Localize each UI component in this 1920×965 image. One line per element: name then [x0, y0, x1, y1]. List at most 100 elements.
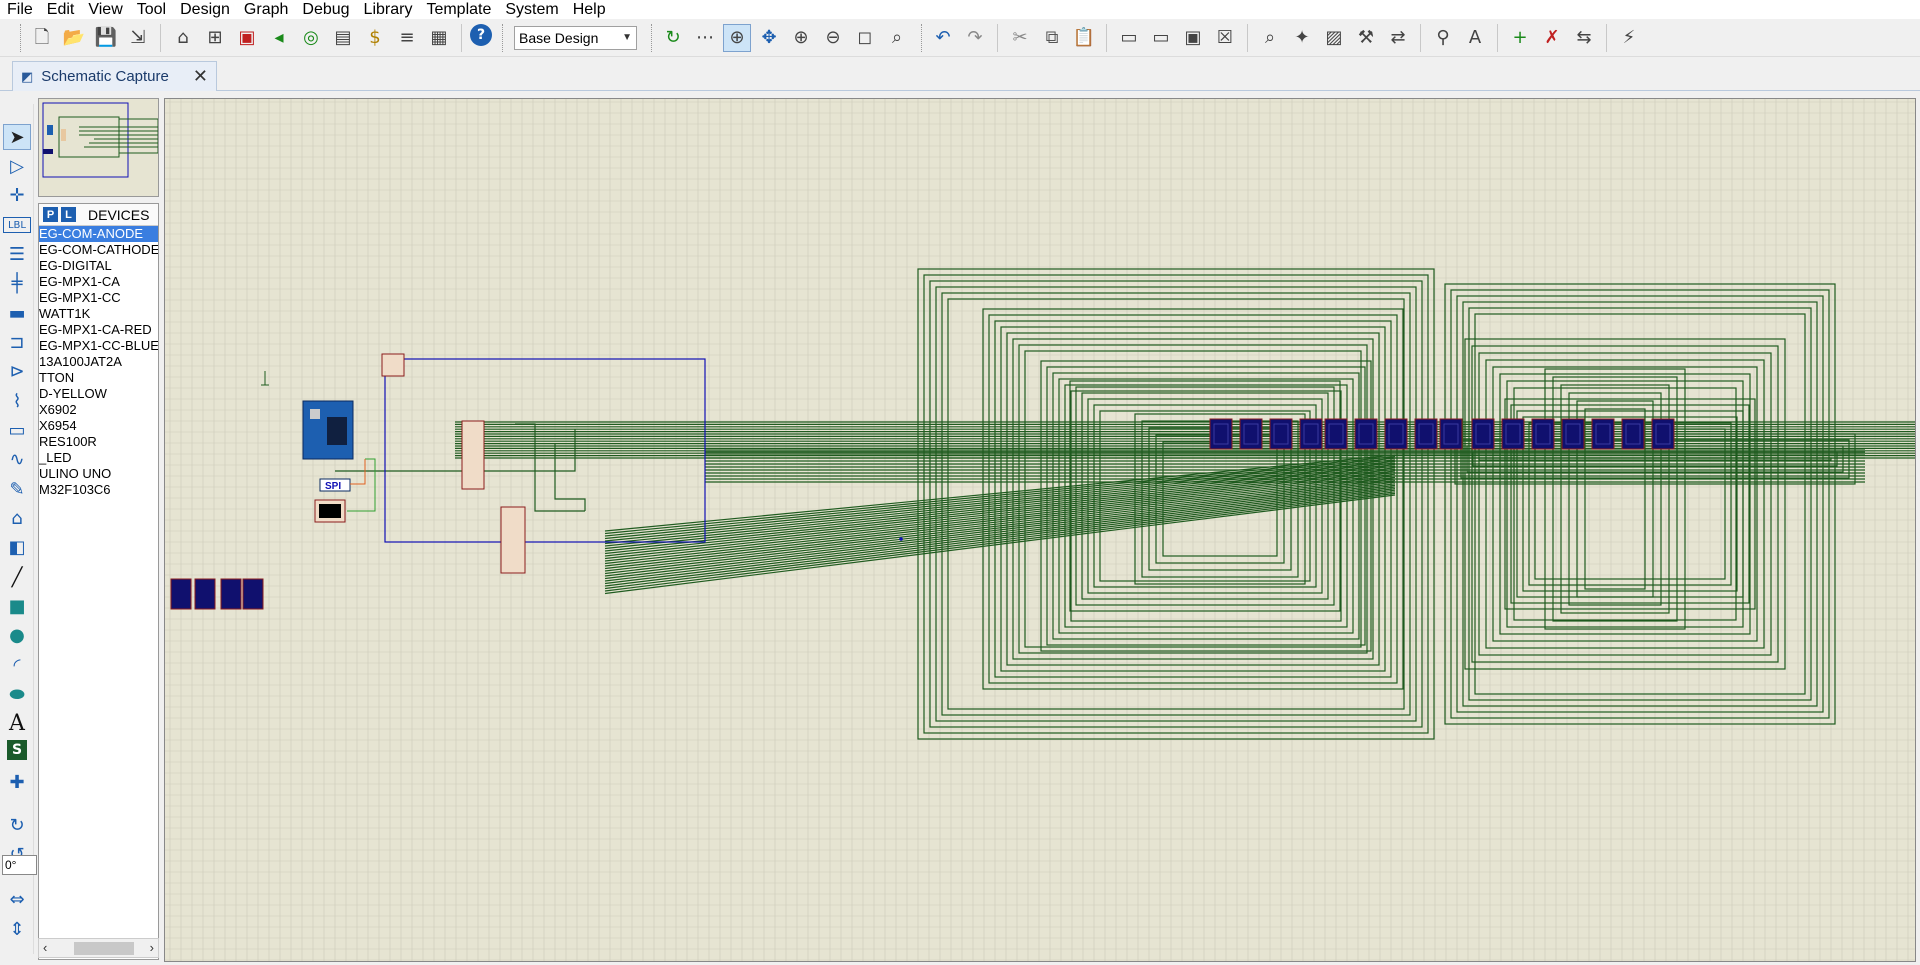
device-list-item[interactable]: 13A100JAT2A [39, 354, 158, 370]
device-list-item[interactable]: EG-MPX1-CC [39, 290, 158, 306]
zoom-in-icon[interactable]: ⊕ [787, 24, 815, 52]
menu-library[interactable]: Library [357, 1, 420, 18]
generator-icon[interactable]: ∿ [3, 446, 31, 472]
redo-icon[interactable]: ↷ [961, 24, 989, 52]
device-list-item[interactable]: WATT1K [39, 306, 158, 322]
help-icon[interactable]: ? [470, 23, 492, 46]
block-rotate-icon[interactable]: ▣ [1179, 24, 1207, 52]
circle-icon[interactable]: ● [3, 622, 31, 648]
3d-viewer-icon[interactable]: ◎ [297, 24, 325, 52]
import-icon[interactable]: ⇲ [124, 24, 152, 52]
path-icon[interactable]: ⬬ [3, 681, 31, 707]
current-probe-icon[interactable]: ⌂ [3, 505, 31, 531]
mirror-x-icon[interactable]: ⇔ [3, 886, 31, 912]
rotation-angle-input[interactable] [2, 855, 37, 875]
schematic-canvas[interactable]: SPI [164, 98, 1916, 962]
device-list-item[interactable]: EG-MPX1-CA [39, 274, 158, 290]
menu-edit[interactable]: Edit [40, 1, 82, 18]
gerber-icon[interactable]: ◂ [265, 24, 293, 52]
seven-segment-display[interactable] [242, 578, 264, 610]
component-mode-icon[interactable]: ▷ [3, 153, 31, 179]
junction-icon[interactable]: ✛ [3, 182, 31, 208]
toolbar-grip[interactable] [651, 23, 654, 52]
device-list-item[interactable]: EG-MPX1-CC-BLUE [39, 338, 158, 354]
design-variant-select[interactable]: Base Design ▼ [514, 25, 637, 50]
block-move-icon[interactable]: ▭ [1147, 24, 1175, 52]
pan-icon[interactable]: ✥ [755, 24, 783, 52]
header-connector[interactable] [381, 353, 405, 377]
device-list-item[interactable]: ULINO UNO [39, 466, 158, 482]
device-list-item[interactable]: X6902 [39, 402, 158, 418]
mirror-y-icon[interactable]: ⇕ [3, 916, 31, 942]
marker-icon[interactable]: ✚ [3, 769, 31, 795]
zoom-area-icon[interactable]: ⌕ [883, 24, 911, 52]
devices-horizontal-scrollbar[interactable]: ‹ › [38, 938, 159, 958]
menu-view[interactable]: View [81, 1, 129, 18]
voltage-probe-icon[interactable]: ✎ [3, 476, 31, 502]
seven-segment-display[interactable] [170, 578, 192, 610]
line-icon[interactable]: ╱ [3, 564, 31, 590]
device-list-item[interactable]: EG-COM-ANODE [39, 226, 158, 242]
shift-register-ic[interactable] [461, 420, 485, 490]
device-list-item[interactable]: X6954 [39, 418, 158, 434]
grid-icon[interactable]: ⋯ [691, 24, 719, 52]
undo-icon[interactable]: ↶ [929, 24, 957, 52]
selection-mode-icon[interactable]: ➤ [3, 124, 31, 150]
graph-icon[interactable]: ⌇ [3, 388, 31, 414]
menu-template[interactable]: Template [419, 1, 498, 18]
text-icon[interactable]: A [3, 710, 31, 736]
library-manager-button[interactable]: L [61, 207, 76, 222]
device-list-item[interactable]: M32F103C6 [39, 482, 158, 498]
remove-sheet-icon[interactable]: ✗ [1538, 24, 1566, 52]
device-list-item[interactable]: _LED [39, 450, 158, 466]
zoom-all-icon[interactable]: ◻ [851, 24, 879, 52]
new-sheet-icon[interactable]: + [1506, 24, 1534, 52]
wire-label-icon[interactable]: LBL [3, 217, 31, 233]
close-icon[interactable]: ✕ [193, 66, 208, 87]
tape-recorder-icon[interactable]: ▭ [3, 417, 31, 443]
zoom-out-icon[interactable]: ⊖ [819, 24, 847, 52]
decompose-icon[interactable]: ⚒ [1352, 24, 1380, 52]
toolbar-grip[interactable] [502, 23, 505, 52]
rotate-cw-icon[interactable]: ↻ [3, 812, 31, 838]
virtual-instruments-icon[interactable]: ◧ [3, 534, 31, 560]
symbol-icon[interactable]: S [7, 740, 27, 760]
menu-debug[interactable]: Debug [295, 1, 356, 18]
property-assign-icon[interactable]: A [1461, 24, 1489, 52]
text-script-icon[interactable]: ☰ [3, 241, 31, 267]
cut-icon[interactable]: ✂ [1006, 24, 1034, 52]
driver-ic[interactable] [500, 506, 526, 574]
tab-schematic-capture[interactable]: ◩ Schematic Capture ✕ [12, 61, 217, 91]
toolbar-grip[interactable] [20, 23, 23, 52]
sheet-nav-icon[interactable]: ⇆ [1570, 24, 1598, 52]
toolbar-grip[interactable] [921, 23, 924, 52]
package-tool-icon[interactable]: ▨ [1320, 24, 1348, 52]
wire-autorouter-icon[interactable]: ⇄ [1384, 24, 1412, 52]
device-list-item[interactable]: TTON [39, 370, 158, 386]
menu-help[interactable]: Help [566, 1, 613, 18]
paste-icon[interactable]: 📋 [1070, 24, 1098, 52]
bus-icon[interactable]: ╪ [3, 270, 31, 296]
scroll-left-icon[interactable]: ‹ [43, 940, 47, 955]
device-list-item[interactable]: D-YELLOW [39, 386, 158, 402]
scroll-right-icon[interactable]: › [150, 940, 154, 955]
origin-icon[interactable]: ⊕ [723, 23, 751, 52]
home-icon[interactable]: ⌂ [169, 24, 197, 52]
menu-system[interactable]: System [498, 1, 565, 18]
seven-segment-display[interactable] [220, 578, 242, 610]
arc-icon[interactable]: ◜ [3, 652, 31, 678]
device-list-item[interactable]: EG-DIGITAL [39, 258, 158, 274]
open-folder-icon[interactable]: 📂 [60, 24, 88, 52]
block-delete-icon[interactable]: ☒ [1211, 24, 1239, 52]
seven-segment-display[interactable] [194, 578, 216, 610]
terminal-icon[interactable]: ⊐ [3, 329, 31, 355]
menu-graph[interactable]: Graph [237, 1, 295, 18]
box-icon[interactable]: ■ [3, 593, 31, 619]
schematic-drawing[interactable]: SPI [165, 99, 1915, 961]
device-list-item[interactable]: EG-COM-CATHODE [39, 242, 158, 258]
pcb-icon[interactable]: ▣ [233, 24, 261, 52]
pick-devices-button[interactable]: P [43, 207, 58, 222]
bom-icon[interactable]: ▤ [329, 24, 357, 52]
schematic-icon[interactable]: ⊞ [201, 24, 229, 52]
device-list-item[interactable]: EG-MPX1-CA-RED [39, 322, 158, 338]
